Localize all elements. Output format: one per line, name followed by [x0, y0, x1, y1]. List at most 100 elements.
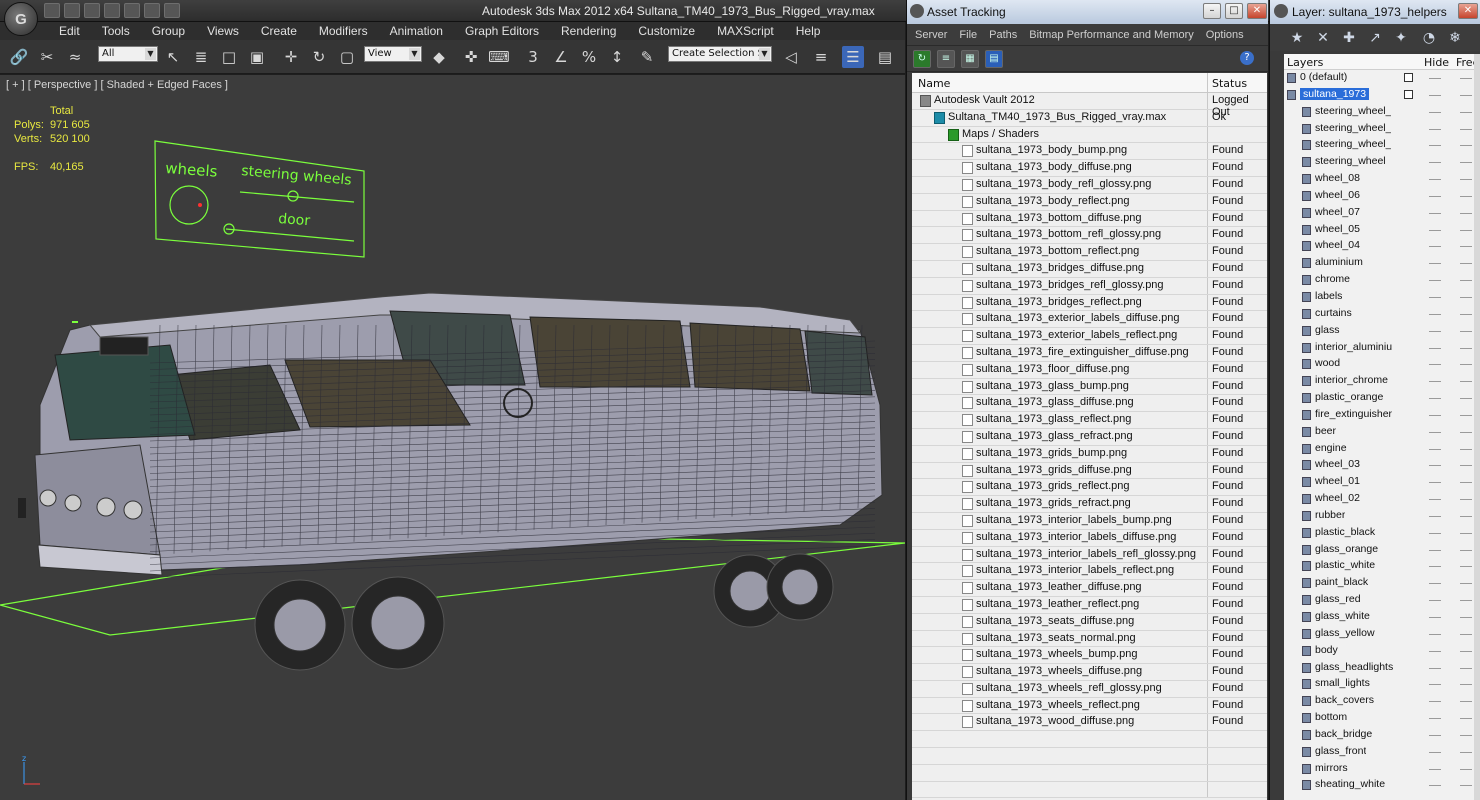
wheel-rear-2[interactable]: [766, 553, 834, 621]
freeze-toggle[interactable]: [1460, 414, 1472, 416]
freeze-toggle[interactable]: [1460, 650, 1472, 652]
layer-row[interactable]: aluminium: [1284, 255, 1480, 272]
layer-row[interactable]: wheel_08: [1284, 171, 1480, 188]
current-layer-checkbox[interactable]: [1404, 89, 1413, 99]
asset-row[interactable]: sultana_1973_leather_diffuse.png Found: [912, 580, 1267, 597]
wheels-dial-handle[interactable]: [198, 203, 202, 207]
asset-row[interactable]: sultana_1973_seats_diffuse.png Found: [912, 613, 1267, 631]
layer-list-scrollbar[interactable]: [1474, 54, 1480, 800]
menu-item-help[interactable]: Help: [785, 22, 832, 40]
hide-toggle[interactable]: [1429, 718, 1441, 720]
hide-toggle[interactable]: [1429, 195, 1441, 197]
layer-row[interactable]: glass_front: [1284, 744, 1480, 761]
hide-toggle[interactable]: [1429, 330, 1441, 332]
layer-row[interactable]: labels: [1284, 289, 1480, 306]
move-icon[interactable]: ✛: [280, 46, 302, 68]
layer-row[interactable]: wheel_01: [1284, 474, 1480, 491]
freeze-toggle[interactable]: [1460, 212, 1472, 214]
layer-row[interactable]: wheel_04: [1284, 238, 1480, 255]
name-column-header[interactable]: Name: [918, 77, 950, 90]
asset-row[interactable]: sultana_1973_floor_diffuse.png Found: [912, 361, 1267, 379]
hide-toggle[interactable]: [1429, 734, 1441, 736]
freeze-toggle[interactable]: [1460, 111, 1472, 113]
layer-manager-titlebar[interactable]: Layer: sultana_1973_helpers ✕: [1270, 0, 1480, 24]
hide-toggle[interactable]: [1429, 499, 1441, 501]
snaps-toggle-icon[interactable]: 3: [522, 46, 544, 68]
layer-row[interactable]: interior_chrome: [1284, 373, 1480, 390]
freeze-toggle[interactable]: [1460, 398, 1472, 400]
freeze-toggle[interactable]: [1460, 347, 1472, 349]
asset-row[interactable]: sultana_1973_bottom_diffuse.png Found: [912, 210, 1267, 228]
layer-row[interactable]: fire_extinguisher: [1284, 407, 1480, 424]
hide-column-header[interactable]: Hide: [1424, 56, 1449, 69]
table-view-icon[interactable]: ▤: [985, 50, 1003, 68]
scale-icon[interactable]: ▢: [336, 46, 358, 68]
asset-row[interactable]: sultana_1973_glass_refract.png Found: [912, 428, 1267, 446]
freeze-toggle[interactable]: [1460, 381, 1472, 383]
freeze-toggle[interactable]: [1460, 128, 1472, 130]
layer-row[interactable]: beer: [1284, 424, 1480, 441]
pivot-center-icon[interactable]: ◆: [428, 46, 450, 68]
refresh-icon[interactable]: ↻: [913, 50, 931, 68]
hide-toggle[interactable]: [1429, 482, 1441, 484]
menu-item-group[interactable]: Group: [141, 22, 196, 40]
hide-toggle[interactable]: [1429, 296, 1441, 298]
asset-row[interactable]: sultana_1973_exterior_labels_reflect.png…: [912, 328, 1267, 345]
layers-column-header[interactable]: Layers: [1287, 56, 1323, 69]
freeze-toggle[interactable]: [1460, 785, 1472, 787]
selection-filter-dropdown[interactable]: All ▼: [98, 46, 158, 62]
add-to-layer-icon[interactable]: ✚: [1340, 29, 1358, 47]
hide-toggle[interactable]: [1429, 532, 1441, 534]
menu-item-create[interactable]: Create: [250, 22, 308, 40]
wheels-dial[interactable]: [169, 185, 209, 225]
freeze-toggle[interactable]: [1460, 296, 1472, 298]
rotate-icon[interactable]: ↻: [308, 46, 330, 68]
freeze-toggle[interactable]: [1460, 600, 1472, 602]
menu-item-customize[interactable]: Customize: [627, 22, 706, 40]
unlink-icon[interactable]: ✂: [36, 46, 58, 68]
menu-item-edit[interactable]: Edit: [48, 22, 91, 40]
layer-row[interactable]: sheating_white: [1284, 777, 1480, 794]
hide-toggle[interactable]: [1429, 280, 1441, 282]
mirror-icon[interactable]: ◁: [780, 46, 802, 68]
layer-row[interactable]: wheel_06: [1284, 188, 1480, 205]
maximize-button[interactable]: □: [1225, 3, 1243, 19]
asset-row[interactable]: sultana_1973_seats_normal.png Found: [912, 630, 1267, 648]
reference-coordinate-dropdown[interactable]: View ▼: [364, 46, 422, 62]
column-divider[interactable]: [1207, 73, 1208, 93]
freeze-toggle[interactable]: [1460, 566, 1472, 568]
undo-icon[interactable]: [104, 3, 120, 18]
hide-toggle[interactable]: [1429, 465, 1441, 467]
freeze-toggle[interactable]: [1460, 515, 1472, 517]
asset-row[interactable]: sultana_1973_wheels_bump.png Found: [912, 647, 1267, 665]
close-button[interactable]: ✕: [1458, 3, 1478, 19]
asset-tracking-titlebar[interactable]: Asset Tracking – □ ✕: [907, 0, 1268, 24]
link-icon[interactable]: 🔗: [8, 46, 30, 68]
freeze-toggle[interactable]: [1460, 162, 1472, 164]
spinner-snap-icon[interactable]: ↕: [606, 46, 628, 68]
hide-toggle[interactable]: [1429, 768, 1441, 770]
bind-space-warp-icon[interactable]: ≈: [64, 46, 86, 68]
asset-row[interactable]: sultana_1973_interior_labels_diffuse.png…: [912, 529, 1267, 547]
hide-toggle[interactable]: [1429, 381, 1441, 383]
align-icon[interactable]: ≡: [810, 46, 832, 68]
highlight-selected-layer-icon[interactable]: ✦: [1392, 29, 1410, 47]
layer-row[interactable]: wood: [1284, 356, 1480, 373]
menu-item-modifiers[interactable]: Modifiers: [308, 22, 379, 40]
hide-toggle[interactable]: [1429, 448, 1441, 450]
layer-row[interactable]: engine: [1284, 441, 1480, 458]
hide-toggle[interactable]: [1429, 313, 1441, 315]
menu-item-tools[interactable]: Tools: [91, 22, 141, 40]
asset-menu-options[interactable]: Options: [1200, 24, 1250, 45]
asset-row[interactable]: sultana_1973_interior_labels_refl_glossy…: [912, 546, 1267, 564]
close-button[interactable]: ✕: [1247, 3, 1267, 19]
hide-toggle[interactable]: [1429, 549, 1441, 551]
dropdown-icon[interactable]: [164, 3, 180, 18]
freeze-toggle[interactable]: [1460, 617, 1472, 618]
hide-toggle[interactable]: [1429, 785, 1441, 787]
hide-toggle[interactable]: [1429, 179, 1441, 181]
redo-icon[interactable]: [124, 3, 140, 18]
freeze-toggle[interactable]: [1460, 94, 1472, 96]
asset-row[interactable]: Autodesk Vault 2012 Logged Out: [912, 93, 1267, 118]
graphite-tools-icon[interactable]: ▤: [874, 46, 896, 68]
